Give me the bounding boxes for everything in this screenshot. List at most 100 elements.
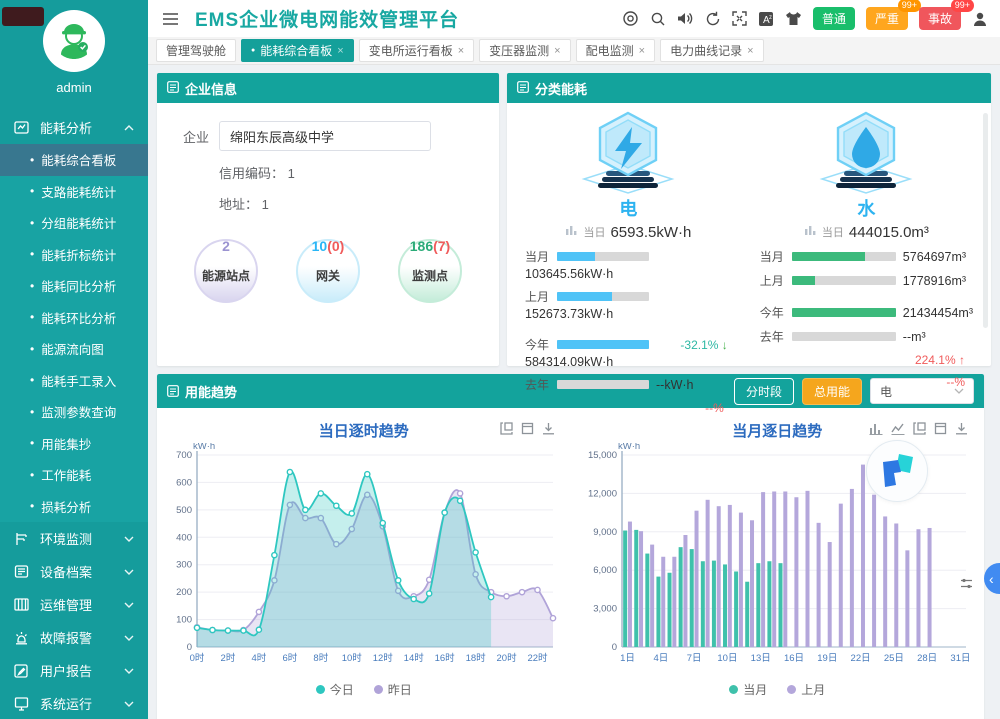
- system-icon: [14, 696, 30, 712]
- energy-rows: 当月 103645.56kW·h上月 152673.73kW·h今年 -32.1…: [525, 248, 732, 415]
- sidebar-item-系统运行[interactable]: 系统运行: [0, 687, 148, 719]
- energy-bar-row-今年: 今年 21434454m³: [760, 304, 973, 321]
- user-icon[interactable]: [972, 11, 988, 27]
- tab-电力曲线记录[interactable]: 电力曲线记录×: [660, 39, 763, 62]
- target-icon[interactable]: [622, 10, 639, 27]
- svg-text:kW·h: kW·h: [193, 443, 215, 452]
- stat-value: 10(0): [298, 238, 358, 254]
- svg-text:400: 400: [176, 532, 192, 543]
- company-input[interactable]: 绵阳东辰高级中学: [219, 121, 431, 151]
- search-icon[interactable]: [650, 11, 666, 27]
- svg-text:100: 100: [176, 615, 192, 626]
- close-icon[interactable]: ×: [747, 45, 753, 57]
- category-energy-card: 分类能耗 电 当日 6593.5kW·h 当月 103645.56kW·h上月 …: [507, 73, 991, 366]
- svg-text:12时: 12时: [372, 652, 393, 664]
- tab-label: 管理驾驶舱: [166, 42, 226, 59]
- energy-value: --kW·h: [656, 378, 694, 392]
- tab-变电所运行看板[interactable]: 变电所运行看板×: [359, 39, 474, 62]
- sidebar-subitem-label: 监测参数查询: [41, 402, 116, 421]
- sidebar-subitem-能耗手工录入[interactable]: •能耗手工录入: [0, 365, 148, 397]
- sidebar-item-环境监测[interactable]: 环境监测: [0, 522, 148, 555]
- legend-item-当月[interactable]: 当月: [729, 681, 767, 698]
- sidebar-subitem-能耗同比分析[interactable]: •能耗同比分析: [0, 270, 148, 302]
- energy-bar: [557, 340, 649, 349]
- alarm-pill-事故[interactable]: 事故99+: [919, 7, 961, 30]
- adjust-icon[interactable]: [960, 577, 973, 590]
- stat-value: 2: [196, 238, 256, 254]
- hourly-trend-chart-block: 当日逐时趋势 0100200300400500600700kW·h0时2时4时6…: [157, 408, 571, 698]
- download-tool-icon[interactable]: [542, 422, 555, 435]
- restore-tool-icon[interactable]: [500, 422, 513, 435]
- sidebar-subitem-能源流向图[interactable]: •能源流向图: [0, 333, 148, 365]
- sidebar-subitem-用能集抄[interactable]: •用能集抄: [0, 428, 148, 460]
- period-label: 今年: [525, 336, 550, 353]
- username: admin: [0, 80, 148, 95]
- sidebar-item-设备档案[interactable]: 设备档案: [0, 555, 148, 588]
- shield-water-icon: [760, 111, 973, 195]
- close-icon[interactable]: ×: [639, 45, 645, 57]
- close-icon[interactable]: ×: [458, 45, 464, 57]
- sidebar-item-用户报告[interactable]: 用户报告: [0, 654, 148, 687]
- alarm-count-badge: 99+: [898, 0, 921, 12]
- alarm-pill-严重[interactable]: 严重99+: [866, 7, 908, 30]
- sidebar-subitem-能耗折标统计[interactable]: •能耗折标统计: [0, 239, 148, 271]
- tab-管理驾驶舱[interactable]: 管理驾驶舱: [156, 39, 236, 62]
- theme-icon[interactable]: [785, 11, 802, 26]
- alarm-icon: [14, 630, 30, 646]
- download-tool-icon[interactable]: [955, 422, 968, 435]
- sidebar-subitem-支路能耗统计[interactable]: •支路能耗统计: [0, 176, 148, 208]
- refresh-icon[interactable]: [705, 11, 721, 27]
- energy-value: 103645.56kW·h: [525, 267, 732, 281]
- svg-text:500: 500: [176, 505, 192, 516]
- legend-item-上月[interactable]: 上月: [787, 681, 825, 698]
- legend-item-今日[interactable]: 今日: [316, 681, 354, 698]
- close-icon[interactable]: ×: [554, 45, 560, 57]
- sidebar-subitem-能耗环比分析[interactable]: •能耗环比分析: [0, 302, 148, 334]
- frame-tool-icon[interactable]: [934, 422, 947, 435]
- period-label: 上月: [525, 288, 550, 305]
- restore-tool-icon[interactable]: [913, 422, 926, 435]
- tab-变压器监测[interactable]: 变压器监测×: [479, 39, 570, 62]
- sidebar-subitem-监测参数查询[interactable]: •监测参数查询: [0, 396, 148, 428]
- tab-配电监测[interactable]: 配电监测×: [576, 39, 655, 62]
- svg-text:10日: 10日: [718, 653, 738, 664]
- daily-value: 6593.5kW·h: [610, 224, 691, 241]
- tab-能耗综合看板[interactable]: ●能耗综合看板×: [241, 39, 354, 62]
- fullscreen-icon[interactable]: [732, 11, 747, 26]
- sidebar-subitem-工作能耗[interactable]: •工作能耗: [0, 459, 148, 491]
- category-card-title: 分类能耗: [535, 79, 587, 98]
- avatar[interactable]: [43, 10, 105, 72]
- line-tool-icon[interactable]: [891, 422, 905, 435]
- svg-text:16时: 16时: [434, 652, 455, 664]
- svg-text:6,000: 6,000: [593, 565, 617, 576]
- gauge-icon: [14, 120, 30, 136]
- sidebar-item-能耗分析[interactable]: 能耗分析: [0, 111, 148, 144]
- translate-icon[interactable]: Az: [758, 11, 774, 27]
- bar-tool-icon[interactable]: [869, 422, 883, 435]
- svg-text:9,000: 9,000: [593, 527, 617, 538]
- sidebar-subitem-label: 用能集抄: [41, 434, 91, 453]
- panel-icon: [167, 385, 179, 397]
- energy-bar-row-上月: 上月 1778916m³: [760, 272, 973, 289]
- app-root: admin 能耗分析 •能耗综合看板•支路能耗统计•分组能耗统计•能耗折标统计•…: [0, 0, 1000, 719]
- alarm-pill-普通[interactable]: 普通: [813, 7, 855, 30]
- sidebar-subitem-损耗分析[interactable]: •损耗分析: [0, 491, 148, 523]
- close-icon[interactable]: ×: [337, 45, 343, 57]
- svg-text:22时: 22时: [527, 652, 548, 664]
- enterprise-card-header: 企业信息: [157, 73, 499, 103]
- scrollbar-thumb[interactable]: [983, 113, 988, 328]
- sidebar-item-故障报警[interactable]: 故障报警: [0, 621, 148, 654]
- sidebar-item-运维管理[interactable]: 运维管理: [0, 588, 148, 621]
- frame-tool-icon[interactable]: [521, 422, 534, 435]
- mini-chart-icon: [804, 223, 817, 241]
- sidebar-subitem-分组能耗统计[interactable]: •分组能耗统计: [0, 207, 148, 239]
- bullet: •: [30, 468, 34, 482]
- legend-item-昨日[interactable]: 昨日: [374, 681, 412, 698]
- chevron-up-icon: [124, 125, 134, 131]
- sidebar-subitem-能耗综合看板[interactable]: •能耗综合看板: [0, 144, 148, 176]
- volume-icon[interactable]: [677, 11, 694, 26]
- category-column-水: 水 当日 444015.0m³ 当月 5764697m³上月 1778916m³…: [746, 111, 987, 415]
- panel-icon: [517, 81, 529, 96]
- menu-collapse-icon[interactable]: [162, 12, 179, 26]
- svg-text:7日: 7日: [687, 653, 702, 664]
